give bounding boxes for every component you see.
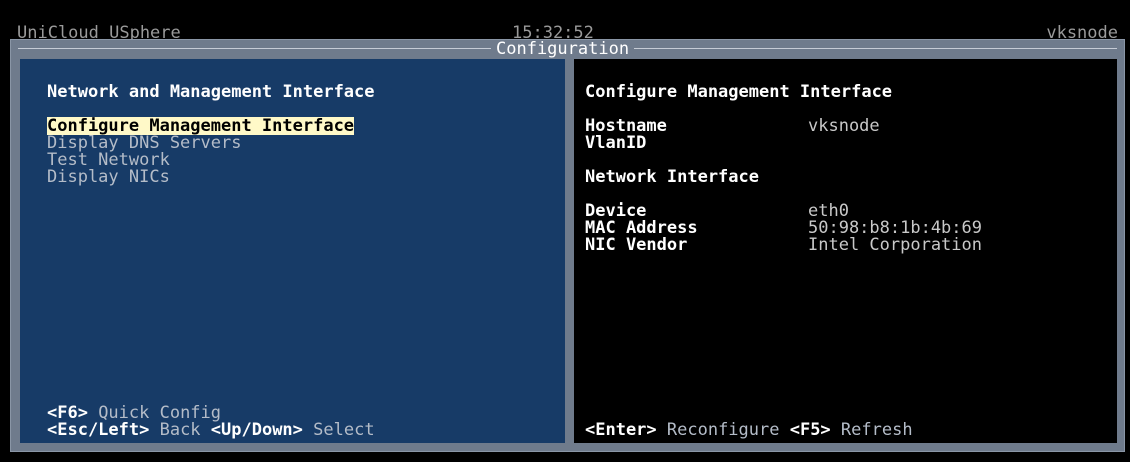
right-panel-heading: Configure Management Interface	[585, 82, 893, 102]
hostname-value: vksnode	[808, 116, 880, 136]
right-details-panel: Configure Management Interface Hostname …	[574, 59, 1117, 443]
window-title: Configuration	[491, 40, 635, 58]
right-hints: <Enter> Reconfigure <F5> Refresh	[585, 421, 913, 439]
hint-key-esc-left[interactable]: <Esc/Left>	[47, 420, 149, 440]
nic-vendor-label: NIC Vendor	[585, 235, 688, 255]
left-panel-heading: Network and Management Interface	[47, 82, 375, 102]
menu-item-display-nics[interactable]: Display NICs	[47, 168, 170, 186]
network-interface-heading: Network Interface	[585, 167, 759, 187]
hint-text-reconfigure: Reconfigure	[656, 420, 790, 440]
hint-navigation: <Esc/Left> Back <Up/Down> Select	[47, 421, 375, 439]
hint-text-select: Select	[302, 420, 375, 440]
hint-key-enter[interactable]: <Enter>	[585, 420, 657, 440]
configuration-window: Configuration Network and Management Int…	[10, 39, 1125, 452]
vlanid-label: VlanID	[585, 133, 647, 153]
hint-text-back: Back	[149, 420, 211, 440]
hint-key-f5[interactable]: <F5>	[790, 420, 831, 440]
nic-vendor-value: Intel Corporation	[808, 235, 982, 255]
left-menu-panel: Network and Management Interface Configu…	[20, 59, 565, 443]
hint-key-up-down[interactable]: <Up/Down>	[211, 420, 303, 440]
hint-text-refresh: Refresh	[830, 420, 913, 440]
